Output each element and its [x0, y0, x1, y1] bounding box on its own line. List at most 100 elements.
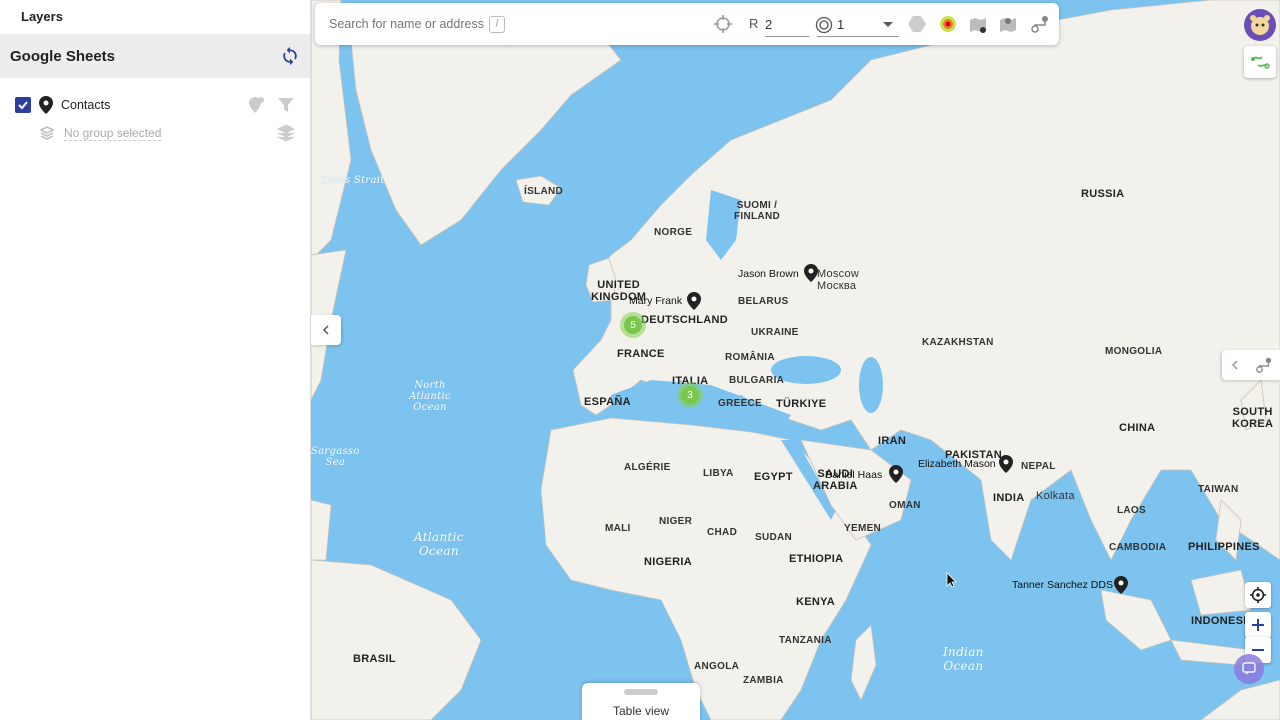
search-shortcut-hint: / — [489, 15, 505, 33]
crosshair-icon — [1249, 586, 1267, 604]
cluster-count: 5 — [624, 316, 642, 334]
user-avatar[interactable] — [1244, 9, 1276, 41]
label-chad: CHAD — [707, 527, 738, 538]
map-background — [311, 0, 1280, 720]
label-ethiopia: ETHIOPIA — [789, 553, 844, 565]
search-input[interactable] — [329, 17, 487, 31]
label-tanzania: TANZANIA — [779, 635, 832, 646]
zoom-in-button[interactable] — [1245, 612, 1271, 638]
heatmap-icon[interactable] — [938, 14, 958, 34]
label-iran: IRAN — [878, 435, 907, 447]
label-yemen: YEMEN — [844, 523, 882, 534]
label-india: INDIA — [993, 492, 1025, 504]
label-russia: RUSSIA — [1081, 188, 1125, 200]
chevron-left-icon — [322, 325, 329, 335]
route-planner-icon — [1251, 56, 1270, 69]
label-china: CHINA — [1119, 422, 1156, 434]
label-romania: ROMÂNIA — [725, 352, 775, 363]
label-greece: GREECE — [718, 398, 763, 409]
group-row: No group selected — [0, 120, 310, 146]
label-libya: LIBYA — [703, 468, 734, 479]
layer-row-contacts[interactable]: Contacts — [0, 90, 310, 120]
radius-input[interactable] — [765, 13, 809, 37]
table-view-label: Table view — [612, 704, 670, 718]
map-pin-icon[interactable] — [804, 264, 818, 282]
map-pin-icon[interactable] — [687, 292, 701, 310]
label-south-korea: SOUTH KOREA — [1232, 406, 1274, 430]
label-mongolia: MONGOLIA — [1105, 346, 1163, 357]
collapse-sidebar-button[interactable] — [311, 315, 341, 345]
label-nepal: NEPAL — [1021, 461, 1056, 472]
filter-icon[interactable] — [276, 95, 296, 115]
label-nigeria: NIGERIA — [644, 556, 692, 568]
marker-label: Jason Brown — [738, 268, 799, 280]
marker-cluster[interactable]: 3 — [677, 382, 703, 408]
open-route-panel-button[interactable] — [1222, 350, 1280, 380]
group-selector[interactable]: No group selected — [64, 126, 162, 141]
polygon-icon[interactable] — [907, 14, 927, 34]
label-island: ÍSLAND — [524, 186, 564, 197]
label-indian-ocean: Indian Ocean — [943, 645, 984, 673]
plus-icon — [1252, 619, 1264, 631]
label-norge: NORGE — [654, 227, 693, 238]
label-sudan: SUDAN — [755, 532, 793, 543]
label-kazakhstan: KAZAKHSTAN — [922, 337, 994, 348]
marker-cluster[interactable]: 5 — [620, 312, 646, 338]
label-angola: ANGOLA — [694, 661, 740, 672]
section-title: Google Sheets — [10, 47, 116, 65]
label-ukraine: UKRAINE — [751, 327, 799, 338]
layer-label: Contacts — [61, 98, 111, 112]
marker-label: Tanner Sanchez DDS — [1012, 579, 1113, 591]
chevron-down-icon — [883, 22, 893, 27]
layer-checkbox[interactable] — [15, 97, 31, 113]
label-philippines: PHILIPPINES — [1188, 541, 1260, 553]
label-cambodia: CAMBODIA — [1109, 542, 1167, 553]
route-icon — [1256, 357, 1272, 373]
label-kolkata: Kolkata — [1036, 490, 1075, 502]
label-algerie: ALGÉRIE — [624, 462, 671, 473]
drag-handle[interactable] — [624, 689, 658, 695]
map-canvas[interactable]: Davis Strait ÍSLAND NORGE SUOMI / FINLAN… — [311, 0, 1280, 720]
territory-settings-icon[interactable] — [968, 14, 988, 34]
support-chat-button[interactable] — [1234, 654, 1264, 684]
label-davis-strait: Davis Strait — [321, 175, 385, 186]
label-bulgaria: BULGARIA — [729, 375, 785, 386]
cluster-count: 3 — [681, 386, 699, 404]
territory-map-icon[interactable] — [998, 14, 1018, 34]
pin-icon — [39, 96, 53, 114]
marker-label: Daniel Haas — [825, 469, 883, 481]
label-atlantic: Atlantic Ocean — [414, 530, 464, 558]
label-taiwan: TAIWAN — [1198, 484, 1239, 495]
sidebar-header: Layers — [21, 9, 63, 24]
label-laos: LAOS — [1117, 505, 1146, 516]
map-pin-icon[interactable] — [999, 455, 1013, 473]
crosshair-icon[interactable] — [713, 14, 733, 34]
map-pin-icon[interactable] — [1114, 576, 1128, 594]
label-deutschland: DEUTSCHLAND — [641, 314, 729, 326]
locate-me-button[interactable] — [1245, 582, 1271, 608]
marker-label: Elizabeth Mason — [918, 458, 996, 470]
refresh-icon[interactable] — [280, 46, 300, 66]
route-planner-button[interactable] — [1244, 46, 1276, 78]
label-sargasso: Sargasso Sea — [311, 446, 360, 468]
label-kenya: KENYA — [796, 596, 835, 608]
label-niger: NIGER — [659, 516, 693, 527]
map-pin-icon[interactable] — [889, 465, 903, 483]
mouse-cursor-icon — [946, 572, 957, 588]
label-espana: ESPAÑA — [584, 396, 631, 408]
layers-sidebar: Layers Google Sheets Contacts No group s… — [0, 0, 311, 720]
marker-style-icon[interactable] — [246, 95, 266, 115]
rings-select[interactable]: 1 — [815, 13, 899, 37]
group-settings-icon[interactable] — [276, 123, 296, 143]
layers-stack-icon — [40, 126, 54, 140]
label-turkiye: TÜRKIYE — [776, 398, 827, 410]
avatar-image — [1250, 15, 1270, 35]
table-view-toggle[interactable]: Table view — [582, 683, 700, 720]
label-france: FRANCE — [617, 348, 665, 360]
marker-label: Mary Frank — [629, 295, 683, 307]
label-belarus: BELARUS — [738, 296, 789, 307]
chat-icon — [1242, 662, 1256, 675]
label-north-atlantic: North Atlantic Ocean — [409, 380, 451, 413]
label-oman: OMAN — [889, 500, 921, 511]
route-icon[interactable] — [1030, 14, 1050, 34]
